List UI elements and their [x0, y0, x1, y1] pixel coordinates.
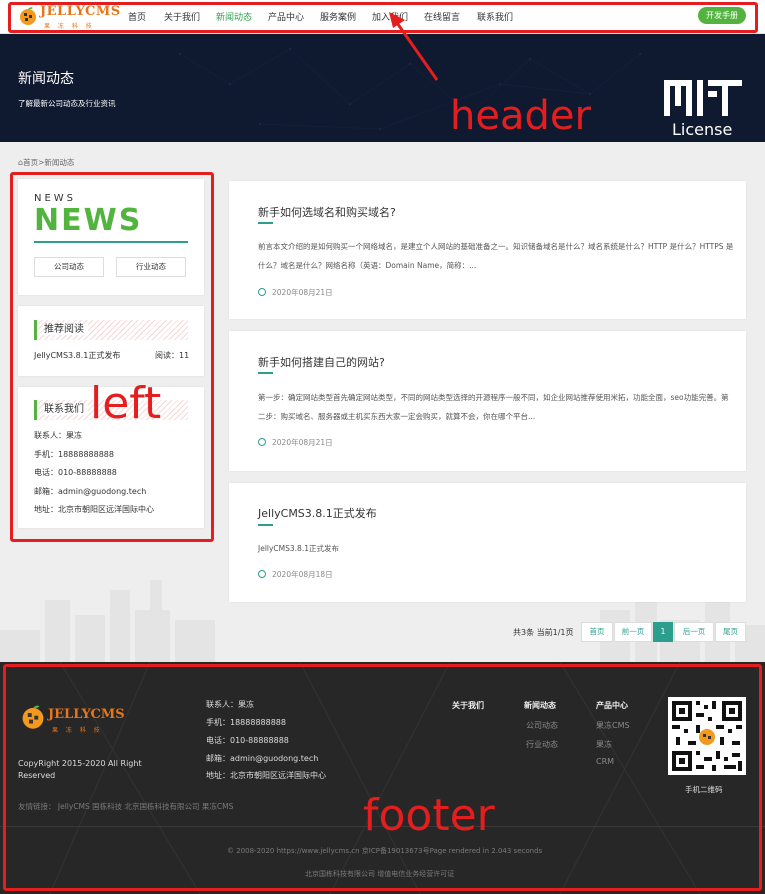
article-title[interactable]: 新手如何选域名和购买域名? [258, 204, 396, 220]
article-title[interactable]: JellyCMS3.8.1正式发布 [258, 505, 377, 521]
article-title-underline [258, 524, 273, 526]
clock-icon [258, 438, 266, 446]
header-annotation-label: header [450, 93, 591, 139]
pagination-current[interactable]: 1 [653, 622, 673, 642]
footer-annotation-box [3, 664, 762, 891]
breadcrumb: ⌂首页>新闻动态 [18, 157, 74, 168]
page-banner: 新闻动态 了解最新公司动态及行业资讯 License [0, 34, 765, 142]
breadcrumb-home[interactable]: 首页 [23, 158, 38, 167]
breadcrumb-current: 新闻动态 [44, 158, 75, 167]
banner-title: 新闻动态 [18, 71, 74, 87]
left-annotation-box [10, 172, 214, 542]
article-date: 2020年08月18日 [258, 569, 333, 580]
license-word: License [672, 120, 733, 139]
article-date: 2020年08月21日 [258, 287, 333, 298]
page: JELLYCMS 果 冻 科 技 首页 关于我们 新闻动态 产品中心 服务案例 … [0, 0, 765, 894]
pagination-info: 共3条 当前1/1页 [513, 628, 574, 637]
article-date-text: 2020年08月21日 [272, 288, 333, 297]
clock-icon [258, 570, 266, 578]
pagination-next[interactable]: 后一页 [674, 622, 714, 642]
article-date: 2020年08月21日 [258, 437, 333, 448]
article-summary: 第一步：确定网站类型首先确定网站类型，不同的网站类型选择的开源程序一般不同，如企… [258, 393, 729, 421]
pagination-last[interactable]: 尾页 [715, 622, 746, 642]
article-summary: JellyCMS3.8.1正式发布 [258, 544, 339, 553]
article-date-text: 2020年08月21日 [272, 438, 333, 447]
article-title-underline [258, 372, 273, 374]
annotation-arrow [389, 12, 439, 81]
header-annotation-box [8, 2, 758, 33]
banner-subtitle: 了解最新公司动态及行业资讯 [18, 99, 116, 108]
pagination-prev[interactable]: 前一页 [614, 622, 652, 642]
article-date-text: 2020年08月18日 [272, 570, 333, 579]
article-summary: 前言本文介绍的是如何购买一个网络域名，是建立个人网站的基础准备之一。知识储备域名… [258, 242, 734, 270]
article-title[interactable]: 新手如何搭建自己的网站? [258, 354, 385, 370]
footer-annotation-label: footer [363, 790, 495, 841]
left-annotation-label: left [90, 378, 162, 429]
mit-logo-icon [664, 80, 742, 116]
clock-icon [258, 288, 266, 296]
article-title-underline [258, 222, 273, 224]
pagination-first[interactable]: 首页 [581, 622, 613, 642]
